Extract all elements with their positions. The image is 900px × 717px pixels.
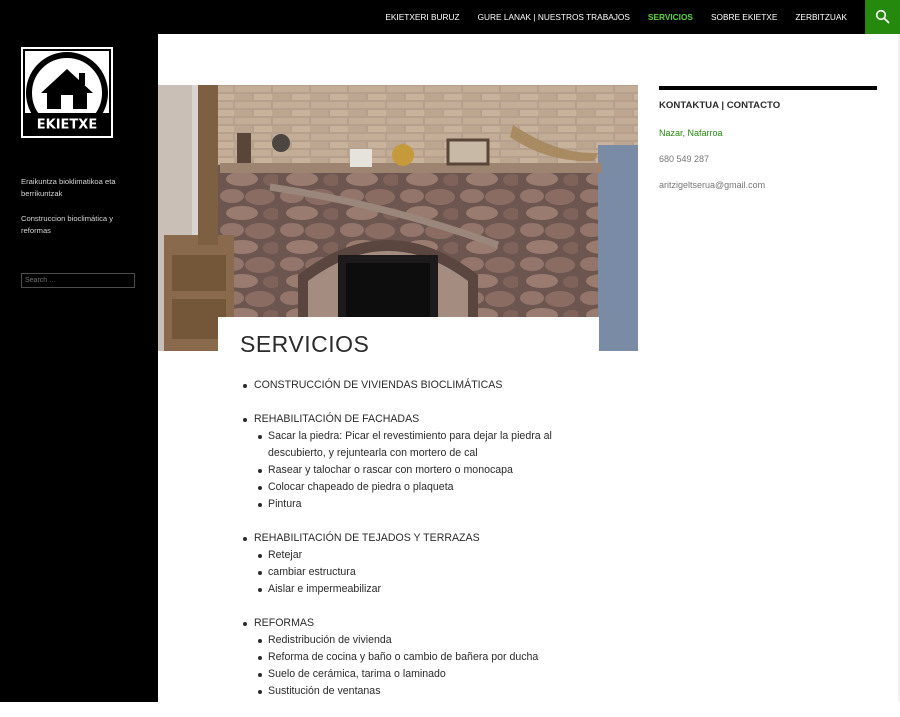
service-item: REFORMAS Redistribución de vivienda Refo… bbox=[243, 615, 584, 700]
featured-image bbox=[158, 85, 638, 351]
service-subitem: Rasear y talochar o rascar con mortero o… bbox=[258, 462, 584, 479]
site-description: Eraikuntza bioklimatikoa eta berrikuntza… bbox=[21, 176, 133, 250]
page-title: SERVICIOS bbox=[240, 331, 370, 357]
left-sidebar: EKIETXE Eraikuntza bioklimatikoa eta ber… bbox=[0, 34, 158, 702]
service-subitem: cambiar estructura bbox=[258, 564, 584, 581]
service-sublist: Redistribución de vivienda Reforma de co… bbox=[254, 632, 584, 700]
site-logo[interactable]: EKIETXE bbox=[21, 47, 113, 138]
services-list: CONSTRUCCIÓN DE VIVIENDAS BIOCLIMÁTICAS … bbox=[243, 377, 584, 717]
contact-phone: 680 549 287 bbox=[659, 154, 710, 164]
service-subitem: Reforma de cocina y baño o cambio de bañ… bbox=[258, 649, 584, 666]
service-subitem: Retejar bbox=[258, 547, 584, 564]
nav-item-servicios[interactable]: SERVICIOS bbox=[639, 0, 702, 34]
ekietxe-logo-graphic: EKIETXE bbox=[23, 49, 111, 136]
service-item: CONSTRUCCIÓN DE VIVIENDAS BIOCLIMÁTICAS bbox=[243, 377, 584, 394]
widget-title: KONTAKTUA | CONTACTO bbox=[659, 100, 781, 111]
site-description-es: Construccion bioclimática y reformas bbox=[21, 214, 114, 235]
fireplace-photo bbox=[158, 85, 638, 351]
service-sublist: Sacar la piedra: Picar el revestimiento … bbox=[254, 428, 584, 513]
entry-content-card: SERVICIOS CONSTRUCCIÓN DE VIVIENDAS BIOC… bbox=[218, 317, 599, 702]
nav-item-sobre-ekietxe[interactable]: SOBRE EKIETXE bbox=[702, 0, 786, 34]
service-title: REHABILITACIÓN DE FACHADAS bbox=[254, 413, 420, 425]
top-navigation-bar: EKIETXERI BURUZ GURE LANAK | NUESTROS TR… bbox=[0, 0, 900, 34]
service-subitem: Sustitución de ventanas bbox=[258, 683, 584, 700]
service-sublist: Retejar cambiar estructura Aislar e impe… bbox=[254, 547, 584, 598]
service-item: REHABILITACIÓN DE TEJADOS Y TERRAZAS Ret… bbox=[243, 530, 584, 598]
nav-item-gure-lanak[interactable]: GURE LANAK | NUESTROS TRABAJOS bbox=[469, 0, 639, 34]
sidebar-search-input[interactable] bbox=[21, 273, 135, 288]
service-item: REHABILITACIÓN DE FACHADAS Sacar la pied… bbox=[243, 411, 584, 513]
logo-text: EKIETXE bbox=[37, 118, 97, 133]
contact-widget: KONTAKTUA | CONTACTO Nazar, Nafarroa 680… bbox=[659, 86, 877, 190]
site-description-eu: Eraikuntza bioklimatikoa eta berrikuntza… bbox=[21, 177, 116, 198]
service-subitem: Redistribución de vivienda bbox=[258, 632, 584, 649]
service-title: CONSTRUCCIÓN DE VIVIENDAS BIOCLIMÁTICAS bbox=[254, 379, 503, 391]
service-subitem: Suelo de cerámica, tarima o laminado bbox=[258, 666, 584, 683]
primary-menu: EKIETXERI BURUZ GURE LANAK | NUESTROS TR… bbox=[376, 0, 856, 34]
nav-item-ekietxeri-buruz[interactable]: EKIETXERI BURUZ bbox=[376, 0, 468, 34]
nav-item-zerbitzuak[interactable]: ZERBITZUAK bbox=[786, 0, 856, 34]
service-subitem: Colocar chapeado de piedra o plaqueta bbox=[258, 479, 584, 496]
contact-location-link[interactable]: Nazar, Nafarroa bbox=[659, 128, 723, 138]
service-title: REFORMAS bbox=[254, 617, 315, 629]
search-icon bbox=[875, 9, 890, 24]
service-subitem: Aislar e impermeabilizar bbox=[258, 581, 584, 598]
service-subitem: Sacar la piedra: Picar el revestimiento … bbox=[258, 428, 584, 462]
search-toggle-button[interactable] bbox=[865, 0, 900, 34]
service-title: REHABILITACIÓN DE TEJADOS Y TERRAZAS bbox=[254, 532, 480, 544]
contact-email: aritzigeltserua@gmail.com bbox=[659, 180, 766, 190]
service-subitem: Pintura bbox=[258, 496, 584, 513]
